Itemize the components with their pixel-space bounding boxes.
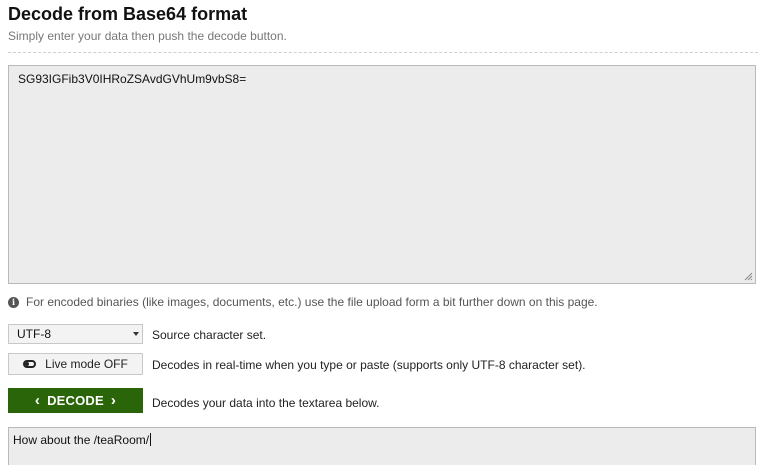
decoded-output-textarea[interactable]: How about the /teaRoom/ [8,427,756,465]
info-text: For encoded binaries (like images, docum… [26,295,598,309]
live-mode-button[interactable]: Live mode OFF [8,353,143,375]
charset-select[interactable]: UTF-8 [8,324,143,344]
chevron-down-icon [133,332,139,336]
divider [8,52,758,53]
chevron-right-icon: › [110,392,117,409]
decoded-output-value: How about the /teaRoom/ [13,433,150,447]
page-subtitle: Simply enter your data then push the dec… [8,29,287,43]
resize-grip-icon[interactable] [744,272,753,281]
info-icon: i [8,296,19,308]
toggle-off-icon [23,360,37,368]
encoded-input-textarea[interactable]: SG93IGFib3V0IHRoZSAvdGVhUm9vbS8= [8,65,756,284]
page-title: Decode from Base64 format [8,4,248,24]
decode-description: Decodes your data into the textarea belo… [152,396,380,410]
charset-selected-value: UTF-8 [17,327,51,341]
decode-page: Decode from Base64 format Simply enter y… [0,0,763,465]
live-mode-description: Decodes in real-time when you type or pa… [152,358,586,372]
chevron-left-icon: ‹ [34,392,41,409]
decode-button[interactable]: ‹ DECODE › [8,388,143,413]
text-caret [150,433,152,446]
encoded-input-value: SG93IGFib3V0IHRoZSAvdGVhUm9vbS8= [18,72,247,86]
info-note: i For encoded binaries (like images, doc… [8,295,598,309]
live-mode-button-label: Live mode OFF [45,357,128,371]
charset-label: Source character set. [152,328,267,342]
decode-button-label: DECODE [47,393,104,408]
